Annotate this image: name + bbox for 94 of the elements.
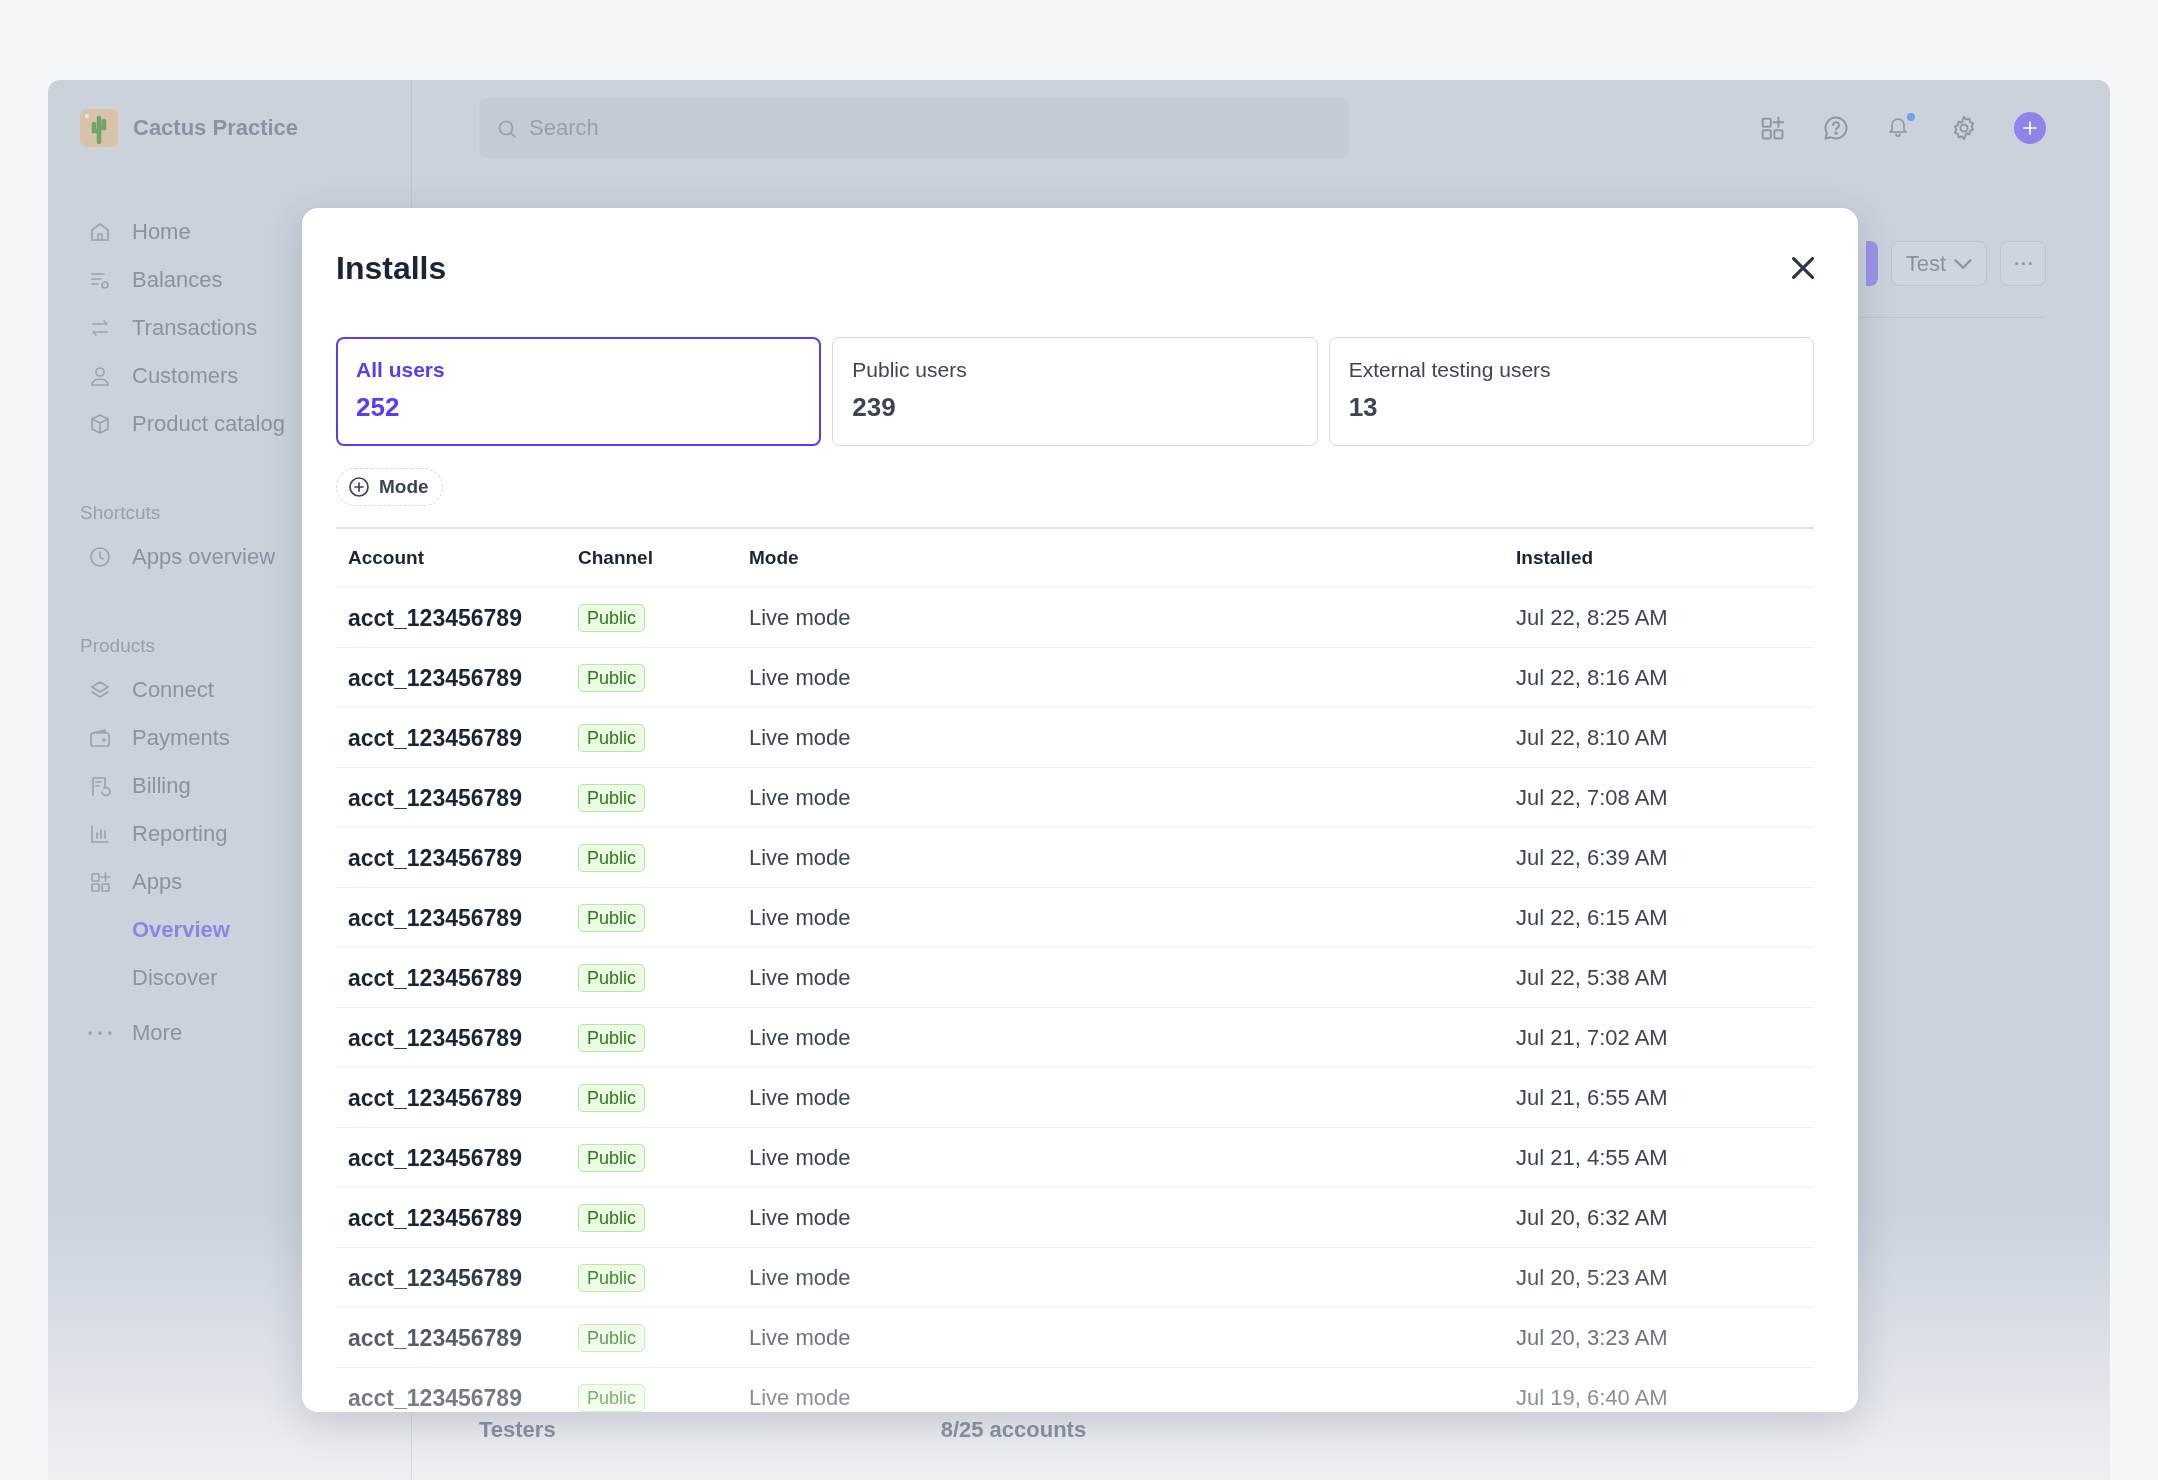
sidebar-item[interactable]: More (80, 1009, 183, 1057)
sidebar-item[interactable]: Billing (80, 762, 191, 810)
mode-cell: Live mode (737, 1067, 1504, 1128)
chevron-down-icon (1954, 258, 1972, 269)
segment-count: 239 (852, 392, 897, 423)
installed-cell: Jul 22, 6:39 AM (1504, 827, 1814, 888)
sidebar-item[interactable]: Transactions (80, 304, 258, 352)
sidebar-item[interactable]: Payments (80, 714, 230, 762)
mode-cell: Live mode (737, 707, 1504, 768)
channel-badge: Public (578, 1143, 646, 1172)
account-cell: acct_123456789 (336, 827, 566, 888)
installed-cell: Jul 22, 5:38 AM (1504, 947, 1814, 1008)
bar-chart-icon (88, 822, 112, 846)
mode-cell: Live mode (737, 1007, 1504, 1068)
channel-badge: Public (578, 843, 646, 872)
account-cell: acct_123456789 (336, 587, 566, 648)
testers-label: Testers (479, 1418, 556, 1442)
mode-cell: Live mode (737, 767, 1504, 828)
account-cell: acct_123456789 (336, 1067, 566, 1128)
user-segment-tab[interactable]: External testing users 13 (1328, 337, 1814, 446)
add-circle-icon (347, 475, 371, 499)
sidebar-item[interactable]: Connect (80, 666, 214, 714)
clock-icon (88, 545, 112, 569)
installed-cell: Jul 21, 7:02 AM (1504, 1007, 1814, 1068)
channel-badge: Public (578, 723, 646, 752)
channel-badge: Public (578, 783, 646, 812)
add-icon[interactable] (2014, 112, 2046, 144)
channel-badge: Public (578, 1383, 646, 1412)
account-cell: acct_123456789 (336, 707, 566, 768)
segment-label: External testing users (1348, 358, 1552, 382)
filter-chip[interactable]: Mode (336, 468, 443, 506)
app-name: Cactus Practice (133, 115, 299, 141)
column-header: Installed (1504, 528, 1814, 588)
segment-count: 13 (1348, 392, 1379, 423)
channel-badge: Public (578, 1263, 646, 1292)
installed-cell: Jul 22, 8:25 AM (1504, 587, 1814, 648)
cactus-logo-icon (80, 109, 118, 147)
primary-button[interactable] (1865, 241, 1878, 286)
segment-label: Public users (852, 358, 968, 382)
person-icon (88, 364, 112, 388)
testers-count: 8/25 accounts (940, 1418, 1087, 1442)
installed-cell: Jul 22, 8:16 AM (1504, 647, 1814, 708)
sidebar-item[interactable]: Balances (80, 256, 223, 304)
sidebar-item[interactable]: Apps overview (80, 533, 276, 581)
box-icon (88, 412, 112, 436)
column-header: Account (336, 528, 566, 588)
installed-cell: Jul 22, 7:08 AM (1504, 767, 1814, 828)
channel-badge: Public (578, 1203, 646, 1232)
account-cell: acct_123456789 (336, 1007, 566, 1068)
sidebar-item[interactable]: Discover (80, 954, 218, 1002)
segment-count: 252 (356, 392, 401, 423)
sidebar-item[interactable]: Overview (80, 906, 230, 954)
user-segment-tab[interactable]: Public users 239 (832, 337, 1318, 446)
modal-title: Installs (336, 249, 447, 287)
segment-label: All users (356, 358, 446, 382)
sidebar-item[interactable]: Customers (80, 352, 239, 400)
mode-cell: Live mode (737, 947, 1504, 1008)
wallet-icon (88, 726, 112, 750)
sidebar-item[interactable]: Apps (80, 858, 183, 906)
close-icon (1792, 257, 1814, 279)
environment-dropdown[interactable]: Test (1890, 241, 1987, 286)
apps-icon (88, 870, 112, 894)
account-cell: acct_123456789 (336, 947, 566, 1008)
user-segment-tab[interactable]: All users 252 (336, 337, 822, 446)
mode-cell: Live mode (737, 887, 1504, 948)
mode-cell: Live mode (737, 647, 1504, 708)
mode-cell: Live mode (737, 827, 1504, 888)
dots-icon (2014, 261, 2032, 266)
mode-cell: Live mode (737, 1127, 1504, 1188)
channel-badge: Public (578, 903, 646, 932)
installed-cell: Jul 21, 4:55 AM (1504, 1127, 1814, 1188)
sidebar-item[interactable]: Reporting (80, 810, 228, 858)
account-cell: acct_123456789 (336, 767, 566, 828)
sidebar-item[interactable]: Product catalog (80, 400, 285, 448)
channel-badge: Public (578, 1083, 646, 1112)
channel-badge: Public (578, 663, 646, 692)
more-button[interactable] (2000, 241, 2046, 286)
sidebar-item[interactable]: Home (80, 208, 191, 256)
home-icon (88, 220, 112, 244)
channel-badge: Public (578, 963, 646, 992)
account-cell: acct_123456789 (336, 1127, 566, 1188)
installed-cell: Jul 21, 6:55 AM (1504, 1067, 1814, 1128)
column-header: Channel (566, 528, 737, 588)
installed-cell: Jul 22, 8:10 AM (1504, 707, 1814, 768)
channel-badge: Public (578, 603, 646, 632)
account-cell: acct_123456789 (336, 647, 566, 708)
channel-badge: Public (578, 1023, 646, 1052)
channel-badge: Public (578, 1323, 646, 1352)
mode-cell: Live mode (737, 587, 1504, 648)
installed-cell: Jul 22, 6:15 AM (1504, 887, 1814, 948)
column-header: Mode (737, 528, 1504, 588)
account-cell: acct_123456789 (336, 887, 566, 948)
help-icon[interactable] (1822, 114, 1850, 142)
dots-icon (88, 1030, 112, 1036)
